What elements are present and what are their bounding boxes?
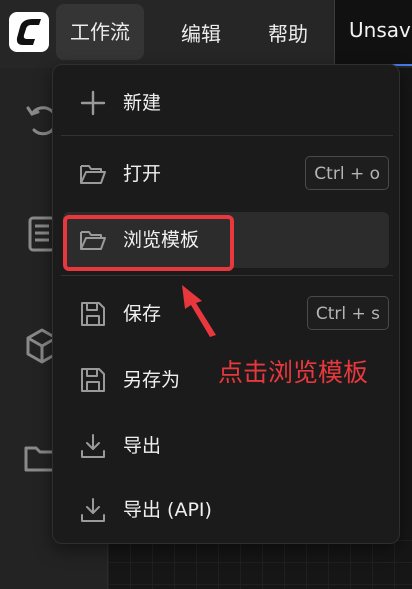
menu-separator: [61, 275, 393, 276]
menu-item-open[interactable]: 打开 Ctrl + o: [63, 146, 389, 202]
download-icon: [79, 432, 107, 460]
menu-item-new-label: 新建: [123, 92, 162, 114]
annotation-highlight-box: [63, 215, 234, 271]
workflow-tab[interactable]: Unsaved: [334, 0, 412, 66]
graph-canvas[interactable]: [108, 540, 412, 589]
menubar: 工作流 编辑 帮助 Unsaved: [0, 0, 412, 68]
app-window: 工作流 编辑 帮助 Unsaved: [0, 0, 412, 589]
workflow-dropdown-menu: 新建 打开 Ctrl + o 浏览模板 保存 Ctrl + s 另存为 导出 导…: [52, 64, 400, 544]
menu-workflow-label: 工作流: [70, 20, 130, 44]
menu-item-save-label: 保存: [123, 303, 162, 325]
download-icon: [79, 496, 107, 524]
menu-item-open-label: 打开: [123, 163, 162, 185]
menu-item-export-api-label: 导出 (API): [123, 499, 212, 521]
menu-workflow[interactable]: 工作流: [56, 4, 144, 60]
menu-item-save[interactable]: 保存 Ctrl + s: [63, 286, 389, 342]
workflow-tab-label: Unsaved: [349, 18, 412, 42]
annotation-text: 点击浏览模板: [218, 358, 369, 387]
annotation-arrow-icon: [176, 283, 222, 339]
save-icon: [79, 300, 107, 328]
plus-icon: [79, 89, 107, 117]
menu-item-save-as-label: 另存为: [123, 369, 181, 391]
menu-item-new[interactable]: 新建: [63, 75, 389, 131]
menu-separator: [61, 135, 393, 136]
menu-help[interactable]: 帮助: [254, 0, 322, 68]
save-icon: [79, 366, 107, 394]
shortcut-open: Ctrl + o: [305, 156, 389, 190]
menu-edit-label: 编辑: [181, 22, 221, 46]
comfy-logo-icon[interactable]: [9, 12, 49, 52]
shortcut-save: Ctrl + s: [306, 296, 389, 330]
menu-item-export[interactable]: 导出: [63, 418, 389, 474]
folder-open-icon: [79, 160, 107, 188]
menu-item-export-label: 导出: [123, 435, 162, 457]
menu-help-label: 帮助: [268, 22, 308, 46]
menu-item-export-api[interactable]: 导出 (API): [63, 482, 389, 538]
menu-edit[interactable]: 编辑: [167, 0, 235, 68]
